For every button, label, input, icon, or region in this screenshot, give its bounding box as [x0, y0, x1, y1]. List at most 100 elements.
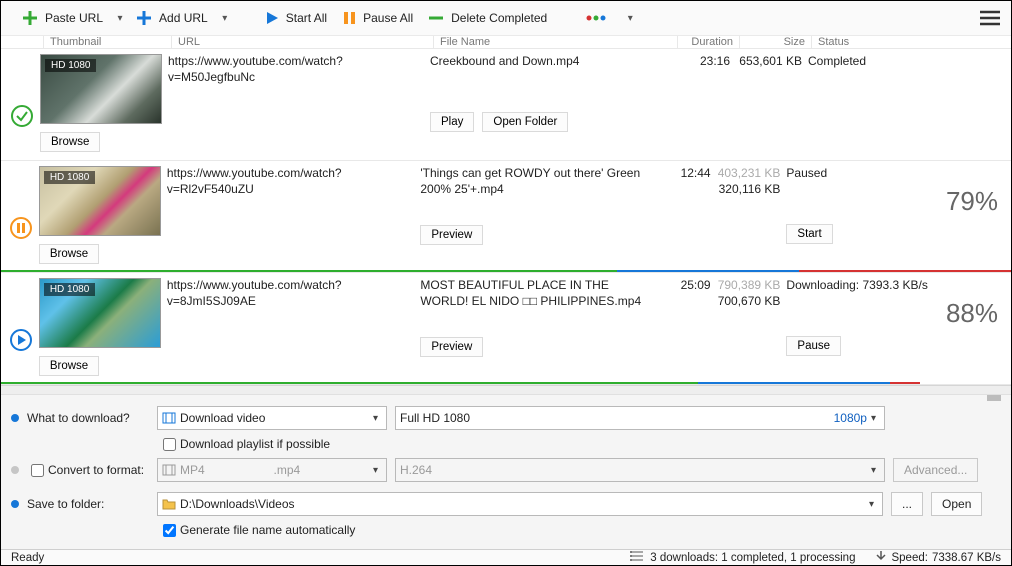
download-playlist-label: Download playlist if possible — [180, 437, 330, 451]
open-label: Open — [942, 497, 971, 511]
row-url: https://www.youtube.com/watch?v=8JmI5SJ0… — [167, 278, 415, 309]
caret-down-icon: ▾ — [867, 413, 880, 424]
download-row[interactable]: HD 1080 Browse https://www.youtube.com/w… — [1, 273, 1011, 385]
status-speed-label: Speed: — [891, 552, 927, 564]
header-duration[interactable]: Duration — [677, 36, 739, 48]
start-button[interactable]: Start — [786, 224, 832, 244]
advanced-button[interactable]: Advanced... — [893, 458, 978, 482]
more-color-button[interactable] — [579, 1, 619, 35]
download-row[interactable]: HD 1080 Browse https://www.youtube.com/w… — [1, 49, 1011, 161]
add-url-dropdown[interactable]: ▾ — [216, 1, 234, 35]
thumbnail-badge: HD 1080 — [44, 283, 95, 296]
row-duration: 23:16 — [674, 54, 730, 70]
save-folder-select[interactable]: D:\Downloads\Videos ▾ — [157, 492, 883, 516]
open-folder-button[interactable]: Open Folder — [482, 112, 568, 132]
convert-format-checkbox[interactable] — [31, 464, 44, 477]
pause-circle-icon — [9, 216, 33, 240]
save-folder-value: D:\Downloads\Videos — [180, 497, 295, 511]
browse-folder-button[interactable]: ... — [891, 492, 923, 516]
play-icon — [264, 10, 280, 26]
minus-icon — [427, 10, 445, 26]
convert-codec-select[interactable]: H.264 ▾ — [395, 458, 885, 482]
options-panel: What to download? Download video ▾ Full … — [1, 394, 1011, 549]
grid-header: Thumbnail URL File Name Duration Size St… — [1, 36, 1011, 49]
thumbnail[interactable]: HD 1080 — [39, 166, 161, 236]
advanced-label: Advanced... — [904, 463, 967, 477]
row-duration: 25:09 — [656, 278, 710, 294]
add-url-label: Add URL — [159, 11, 208, 25]
download-mode-value: Download video — [180, 411, 265, 425]
gen-name-label: Generate file name automatically — [180, 523, 355, 537]
paste-url-label: Paste URL — [45, 11, 103, 25]
row-size-done: 320,116 KB — [717, 182, 781, 198]
what-to-download-label: What to download? — [27, 411, 157, 425]
status-icon-paused — [4, 166, 39, 264]
browse-button[interactable]: Browse — [39, 356, 99, 376]
browse-button[interactable]: Browse — [39, 244, 99, 264]
delete-completed-label: Delete Completed — [451, 11, 547, 25]
convert-format-select[interactable]: MP4 .mp4 ▾ — [157, 458, 387, 482]
hamburger-icon — [979, 9, 1001, 27]
quality-select[interactable]: Full HD 1080 1080p ▾ — [395, 406, 885, 430]
pause-button[interactable]: Pause — [786, 336, 841, 356]
download-playlist-checkbox[interactable] — [163, 438, 176, 451]
row-size-total: 790,389 KB — [717, 278, 781, 294]
row-status: Paused — [786, 166, 946, 182]
status-icon-completed — [4, 54, 40, 152]
paste-url-dropdown[interactable]: ▾ — [111, 1, 129, 35]
row-filename: Creekbound and Down.mp4 — [430, 54, 668, 70]
preview-button[interactable]: Preview — [420, 337, 483, 357]
caret-down-icon: ▾ — [865, 499, 878, 510]
download-list: HD 1080 Browse https://www.youtube.com/w… — [1, 49, 1011, 385]
row-filename: 'Things can get ROWDY out there' Green 2… — [420, 166, 650, 197]
row-size-done: 700,670 KB — [717, 294, 781, 310]
row-percent: 88% — [946, 278, 998, 329]
header-thumbnail[interactable]: Thumbnail — [43, 36, 171, 48]
thumbnail-badge: HD 1080 — [44, 171, 95, 184]
header-size[interactable]: Size — [739, 36, 811, 48]
bullet-icon — [11, 466, 19, 474]
film-icon — [162, 463, 176, 477]
row-size-total: 403,231 KB — [717, 166, 781, 182]
ellipsis-label: ... — [902, 497, 912, 511]
thumbnail[interactable]: HD 1080 — [39, 278, 161, 348]
film-icon — [162, 411, 176, 425]
start-all-label: Start All — [286, 11, 327, 25]
pause-all-button[interactable]: Pause All — [335, 1, 419, 35]
download-mode-select[interactable]: Download video ▾ — [157, 406, 387, 430]
plus-icon — [135, 9, 153, 27]
add-url-button[interactable]: Add URL — [129, 1, 214, 35]
gen-name-checkbox[interactable] — [163, 524, 176, 537]
download-row[interactable]: HD 1080 Browse https://www.youtube.com/w… — [1, 161, 1011, 273]
folder-icon — [162, 498, 176, 510]
quality-short: 1080p — [834, 411, 867, 425]
preview-button[interactable]: Preview — [420, 225, 483, 245]
quality-text: Full HD 1080 — [400, 411, 470, 425]
open-folder-button[interactable]: Open — [931, 492, 982, 516]
status-icon-downloading — [4, 278, 39, 376]
browse-button[interactable]: Browse — [40, 132, 100, 152]
pause-all-label: Pause All — [363, 11, 413, 25]
thumbnail[interactable]: HD 1080 — [40, 54, 162, 124]
row-status: Downloading: 7393.3 KB/s — [786, 278, 946, 294]
status-speed-value: 7338.67 KB/s — [932, 552, 1001, 564]
caret-down-icon: ▾ — [369, 413, 382, 424]
header-filename[interactable]: File Name — [433, 36, 677, 48]
row-url: https://www.youtube.com/watch?v=Rl2vF540… — [167, 166, 415, 197]
panel-divider — [1, 385, 1011, 394]
menu-button[interactable] — [975, 3, 1005, 33]
row-status: Completed — [808, 54, 973, 70]
paste-url-button[interactable]: Paste URL — [15, 1, 109, 35]
thumbnail-badge: HD 1080 — [45, 59, 96, 72]
play-button[interactable]: Play — [430, 112, 474, 132]
status-bar: Ready 3 downloads: 1 completed, 1 proces… — [1, 549, 1011, 565]
bullet-icon — [11, 500, 19, 508]
start-all-button[interactable]: Start All — [258, 1, 333, 35]
status-downloads: 3 downloads: 1 completed, 1 processing — [650, 552, 855, 564]
header-status[interactable]: Status — [811, 36, 976, 48]
caret-down-icon: ▾ — [222, 13, 227, 24]
delete-completed-button[interactable]: Delete Completed — [421, 1, 553, 35]
more-dropdown[interactable]: ▾ — [621, 1, 639, 35]
collapse-handle[interactable] — [987, 395, 1001, 401]
header-url[interactable]: URL — [171, 36, 433, 48]
